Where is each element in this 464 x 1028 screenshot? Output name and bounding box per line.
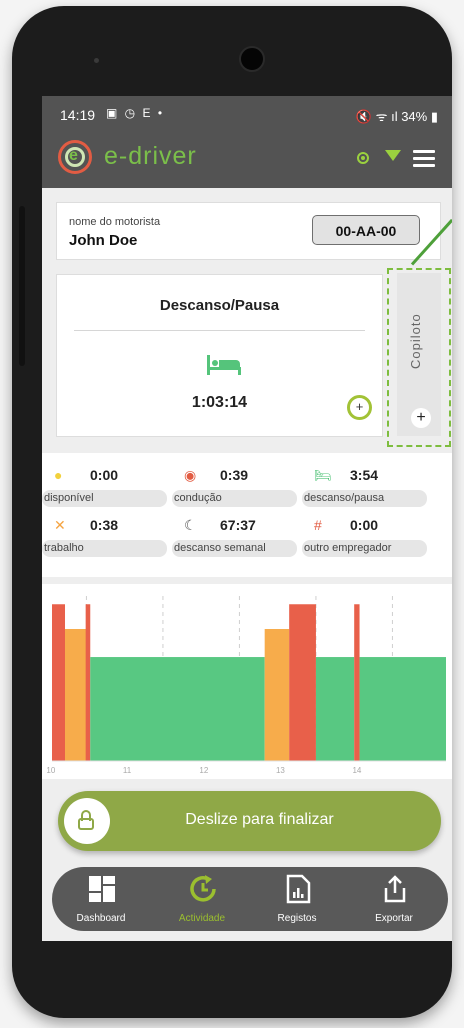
dashboard-icon xyxy=(89,876,115,902)
plate-button[interactable]: 00-AA-00 xyxy=(312,215,420,245)
nav-registos-label: Registos xyxy=(277,913,317,924)
x-tick-label: 12 xyxy=(199,766,208,775)
chart-bar-7 xyxy=(354,604,360,761)
hash-icon: # xyxy=(314,517,322,533)
driver-label: nome do motorista xyxy=(69,216,161,228)
stat-label: trabalho xyxy=(42,540,167,557)
stat-2: 🛏 3:54 descanso/pausa xyxy=(302,465,427,507)
activity-icon xyxy=(190,875,216,902)
stat-value: 67:37 xyxy=(220,517,256,533)
driver-card: nome do motorista John Doe 00-AA-00 xyxy=(56,202,441,260)
x-tick-label: 10 xyxy=(46,766,55,775)
stats-grid: ● 0:00 disponível ◉ 0:39 condução 🛏 3:54 descans… xyxy=(42,453,452,577)
chart-bar-3 xyxy=(90,657,265,761)
chart-bar-5 xyxy=(289,604,316,761)
status-bar: 14:19 ▣ ◷ E • 🔇 ᯤ ıl 34% ▮ xyxy=(42,96,452,132)
stat-label: descanso/pausa xyxy=(302,490,427,507)
app-name: e-driver xyxy=(104,142,197,170)
divider xyxy=(74,330,365,331)
phone-frame: 14:19 ▣ ◷ E • 🔇 ᯤ ıl 34% ▮ e e-driver no… xyxy=(12,6,452,1018)
bottom-nav: Dashboard Actividade Registos Exportar xyxy=(52,867,448,931)
side-button xyxy=(19,206,25,366)
nav-registos[interactable]: Registos xyxy=(252,867,342,931)
stat-0: ● 0:00 disponível xyxy=(42,465,167,507)
connection-icon[interactable] xyxy=(385,150,401,161)
stat-value: 0:00 xyxy=(90,467,119,483)
stat-label: disponível xyxy=(42,490,167,507)
activity-card: Descanso/Pausa 1:03:14 + xyxy=(56,274,383,437)
sensor-dot xyxy=(94,58,99,63)
export-icon xyxy=(384,875,406,903)
x-tick-label: 13 xyxy=(276,766,285,775)
notification-icons: ▣ ◷ E • xyxy=(106,106,165,120)
activity-title: Descanso/Pausa xyxy=(159,297,280,314)
slide-to-finish[interactable]: Deslize para finalizar xyxy=(58,791,441,851)
add-activity-button[interactable]: + xyxy=(347,395,372,420)
moon-icon: ☾ xyxy=(184,517,197,533)
copilot-label: Copiloto xyxy=(408,313,423,369)
chart-bar-2 xyxy=(85,604,91,761)
tools-icon: ✕ xyxy=(54,517,66,533)
stat-value: 0:00 xyxy=(350,517,379,533)
report-icon xyxy=(286,874,311,904)
stat-value: 3:54 xyxy=(350,467,379,483)
activity-chart: 10 11 12 13 14 xyxy=(42,584,452,779)
nav-dashboard-label: Dashboard xyxy=(76,913,126,924)
chart-bar-1 xyxy=(65,629,87,761)
activity-timer: 1:03:14 xyxy=(191,394,248,411)
chart-bar-4 xyxy=(264,629,290,761)
stat-label: outro empregador xyxy=(302,540,427,557)
stat-label: descanso semanal xyxy=(172,540,297,557)
e-driver-logo-icon: e xyxy=(58,140,92,174)
chart-bar-6 xyxy=(315,657,355,761)
copilot-tab[interactable]: Copiloto + xyxy=(397,273,441,436)
front-camera xyxy=(239,46,265,72)
nav-exportar[interactable]: Exportar xyxy=(349,867,439,931)
nav-actividade-label: Actividade xyxy=(178,913,226,924)
stat-value: 0:38 xyxy=(90,517,119,533)
status-right: 🔇 ᯤ ıl 34% ▮ xyxy=(355,109,438,124)
x-tick-label: 11 xyxy=(123,766,132,775)
chart-bar-8 xyxy=(359,657,446,761)
steering-wheel-icon: ◉ xyxy=(184,467,197,483)
x-tick-label: 14 xyxy=(352,766,361,775)
activity-chart-svg: 10 11 12 13 14 xyxy=(46,596,446,775)
stat-3: ✕ 0:38 trabalho xyxy=(42,515,167,557)
status-time: 14:19 xyxy=(60,107,96,123)
copilot-panel[interactable]: Copiloto + xyxy=(387,268,451,447)
add-copilot-button[interactable]: + xyxy=(411,408,431,428)
stat-value: 0:39 xyxy=(220,467,249,483)
sun-icon: ● xyxy=(54,467,63,483)
stat-5: #0:00 outro empregador xyxy=(302,515,427,557)
screen: 14:19 ▣ ◷ E • 🔇 ᯤ ıl 34% ▮ e e-driver no… xyxy=(42,96,452,941)
nav-actividade[interactable]: Actividade xyxy=(157,867,247,931)
stat-1: ◉ 0:39 condução xyxy=(172,465,297,507)
menu-icon[interactable] xyxy=(413,150,435,171)
driver-name: John Doe xyxy=(69,232,138,249)
nav-dashboard[interactable]: Dashboard xyxy=(56,867,146,931)
chart-bar-0 xyxy=(52,604,66,761)
slider-label: Deslize para finalizar xyxy=(185,811,334,828)
gps-icon[interactable] xyxy=(357,152,369,164)
stat-4: ☾ 67:37 descanso semanal xyxy=(172,515,297,557)
stat-label: condução xyxy=(172,490,297,507)
bed-icon xyxy=(207,355,241,375)
app-bar: e e-driver xyxy=(42,132,452,188)
nav-exportar-label: Exportar xyxy=(375,913,413,924)
bed-icon: 🛏 xyxy=(314,467,332,483)
